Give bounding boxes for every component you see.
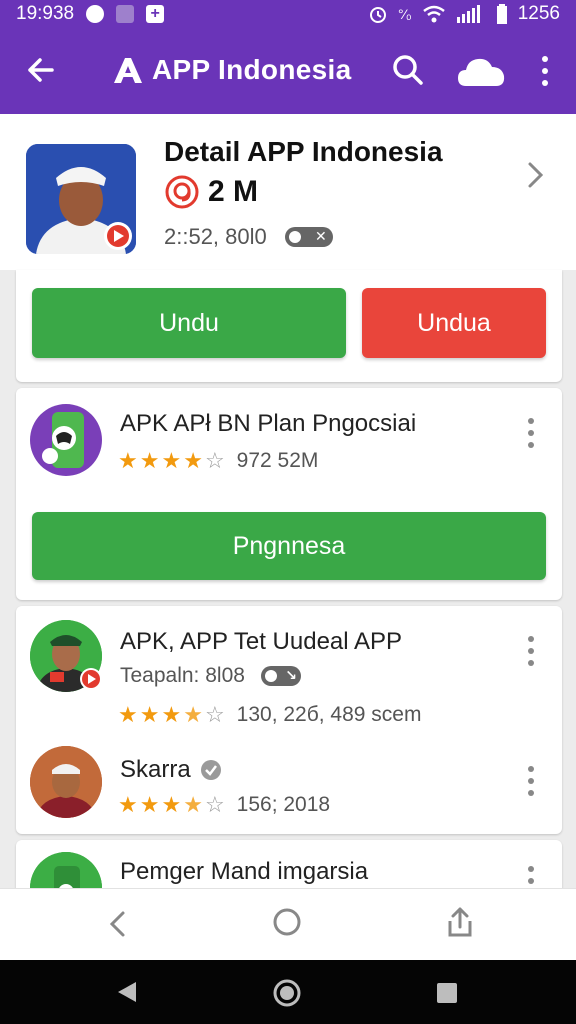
app-card-2: APK, APP Tet Uudeal APP Teapaln: 8l08 ↘ … xyxy=(16,606,562,834)
star-icon: ★ xyxy=(161,702,182,727)
download-count-row: 2 M xyxy=(164,174,258,210)
star-icon: ★ xyxy=(161,792,182,817)
star-icon: ★ xyxy=(118,702,138,727)
more-options-icon[interactable] xyxy=(525,766,537,796)
system-nav-bar xyxy=(0,960,576,1024)
detail-title: Detail APP Indonesia xyxy=(164,136,443,167)
toggle-switch[interactable]: ↘ xyxy=(260,666,301,686)
nav-back-icon[interactable] xyxy=(106,909,130,939)
battery-level: 1256 xyxy=(517,3,560,24)
star-empty-icon: ☆ xyxy=(204,792,225,817)
more-options-icon[interactable] xyxy=(533,54,557,88)
system-recents-icon[interactable] xyxy=(436,982,458,1004)
app-card-1-rating-text: 972 52M xyxy=(236,449,319,472)
vibrate-icon: °⁄₀ xyxy=(397,6,412,22)
undu-button[interactable]: Undu xyxy=(32,288,346,358)
star-icon: ★ xyxy=(139,702,160,727)
app-card-2-item-1-sub: Teapaln: 8l08 ↘ xyxy=(120,664,301,688)
wifi-icon xyxy=(422,5,445,23)
notification-icon xyxy=(86,5,105,23)
avatar-2 xyxy=(30,746,102,818)
app-notification-icon xyxy=(116,5,135,23)
download-badge-icon xyxy=(165,175,199,209)
app-thumbnail xyxy=(26,144,136,254)
app-card-2-item-1-title: APK, APP Tet Uudeal APP xyxy=(120,628,402,655)
star-half-icon: ★ xyxy=(183,792,203,817)
signal-icon xyxy=(456,5,480,23)
star-icon: ★ xyxy=(183,448,203,473)
app-title: APP Indonesia xyxy=(152,54,352,85)
undua-button[interactable]: Undua xyxy=(362,288,546,358)
status-bar: 19:938 + °⁄₀ 1256 xyxy=(0,0,576,28)
app-card-2-item-2-rating: ★ ★ ★ ★ ☆ 156; 2018 xyxy=(118,792,330,818)
chevron-right-icon[interactable] xyxy=(526,160,546,190)
plus-notification-icon: + xyxy=(146,5,165,23)
detail-meta-row: 2::52, 80l0 ✕ xyxy=(164,224,333,250)
app-card-1-title: APK APł BN Plan Pngocsiai xyxy=(120,410,417,437)
detail-header[interactable]: Detail APP Indonesia 2 M 2::52, 80l0 ✕ xyxy=(0,114,576,270)
app-card-2-item-1-subtitle: Teapaln: 8l08 xyxy=(120,664,245,687)
app-icon-1 xyxy=(30,404,102,476)
nav-home-icon[interactable] xyxy=(272,907,302,937)
app-card-2-item-1-rating: ★ ★ ★ ★ ☆ 130, 22б, 489 scem xyxy=(118,702,421,728)
alarm-icon xyxy=(369,7,386,23)
share-icon[interactable] xyxy=(446,905,474,939)
app-card-2-item-1-rating-text: 130, 22б, 489 scem xyxy=(236,703,422,726)
star-empty-icon: ☆ xyxy=(204,448,225,473)
app-card-2-item-2-title: Skarra xyxy=(120,756,191,783)
portrait-image xyxy=(26,144,136,254)
status-time: 19:938 xyxy=(16,3,75,24)
action-buttons-card: Undu Undua xyxy=(16,270,562,382)
app-card-2-item-2-rating-text: 156; 2018 xyxy=(236,793,331,816)
system-back-icon[interactable] xyxy=(116,980,138,1004)
pngnnesa-button[interactable]: Pngnnesa xyxy=(32,512,546,580)
star-icon: ★ xyxy=(118,792,138,817)
app-logo-icon xyxy=(114,58,142,83)
star-half-icon: ★ xyxy=(183,702,203,727)
bottom-nav-bar xyxy=(0,888,576,960)
star-icon: ★ xyxy=(139,448,160,473)
search-icon[interactable] xyxy=(390,52,426,88)
back-arrow-icon[interactable] xyxy=(22,50,62,90)
cloud-icon[interactable] xyxy=(456,54,506,88)
app-card-2-item-2-title-row: Skarra xyxy=(120,756,221,784)
download-count: 2 M xyxy=(208,175,259,208)
app-title-group: APP Indonesia xyxy=(112,50,351,90)
detail-meta: 2::52, 80l0 xyxy=(164,224,267,249)
more-options-icon[interactable] xyxy=(525,418,537,448)
star-icon: ★ xyxy=(161,448,182,473)
app-card-1-rating: ★ ★ ★ ★ ☆ 972 52M xyxy=(118,448,318,474)
star-empty-icon: ☆ xyxy=(204,702,225,727)
more-options-icon[interactable] xyxy=(525,636,537,666)
star-icon: ★ xyxy=(139,792,160,817)
toggle-switch[interactable]: ✕ xyxy=(284,227,333,247)
verified-icon xyxy=(200,760,221,780)
play-badge-icon xyxy=(80,668,102,690)
app-bar: APP Indonesia xyxy=(0,28,576,114)
system-home-icon[interactable] xyxy=(272,978,302,1008)
app-card-3-title: Pemger Mand imgarsia xyxy=(120,858,369,885)
star-icon: ★ xyxy=(118,448,138,473)
battery-icon xyxy=(496,4,507,24)
app-card-1: APK APł BN Plan Pngocsiai ★ ★ ★ ★ ☆ 972 52M … xyxy=(16,388,562,600)
